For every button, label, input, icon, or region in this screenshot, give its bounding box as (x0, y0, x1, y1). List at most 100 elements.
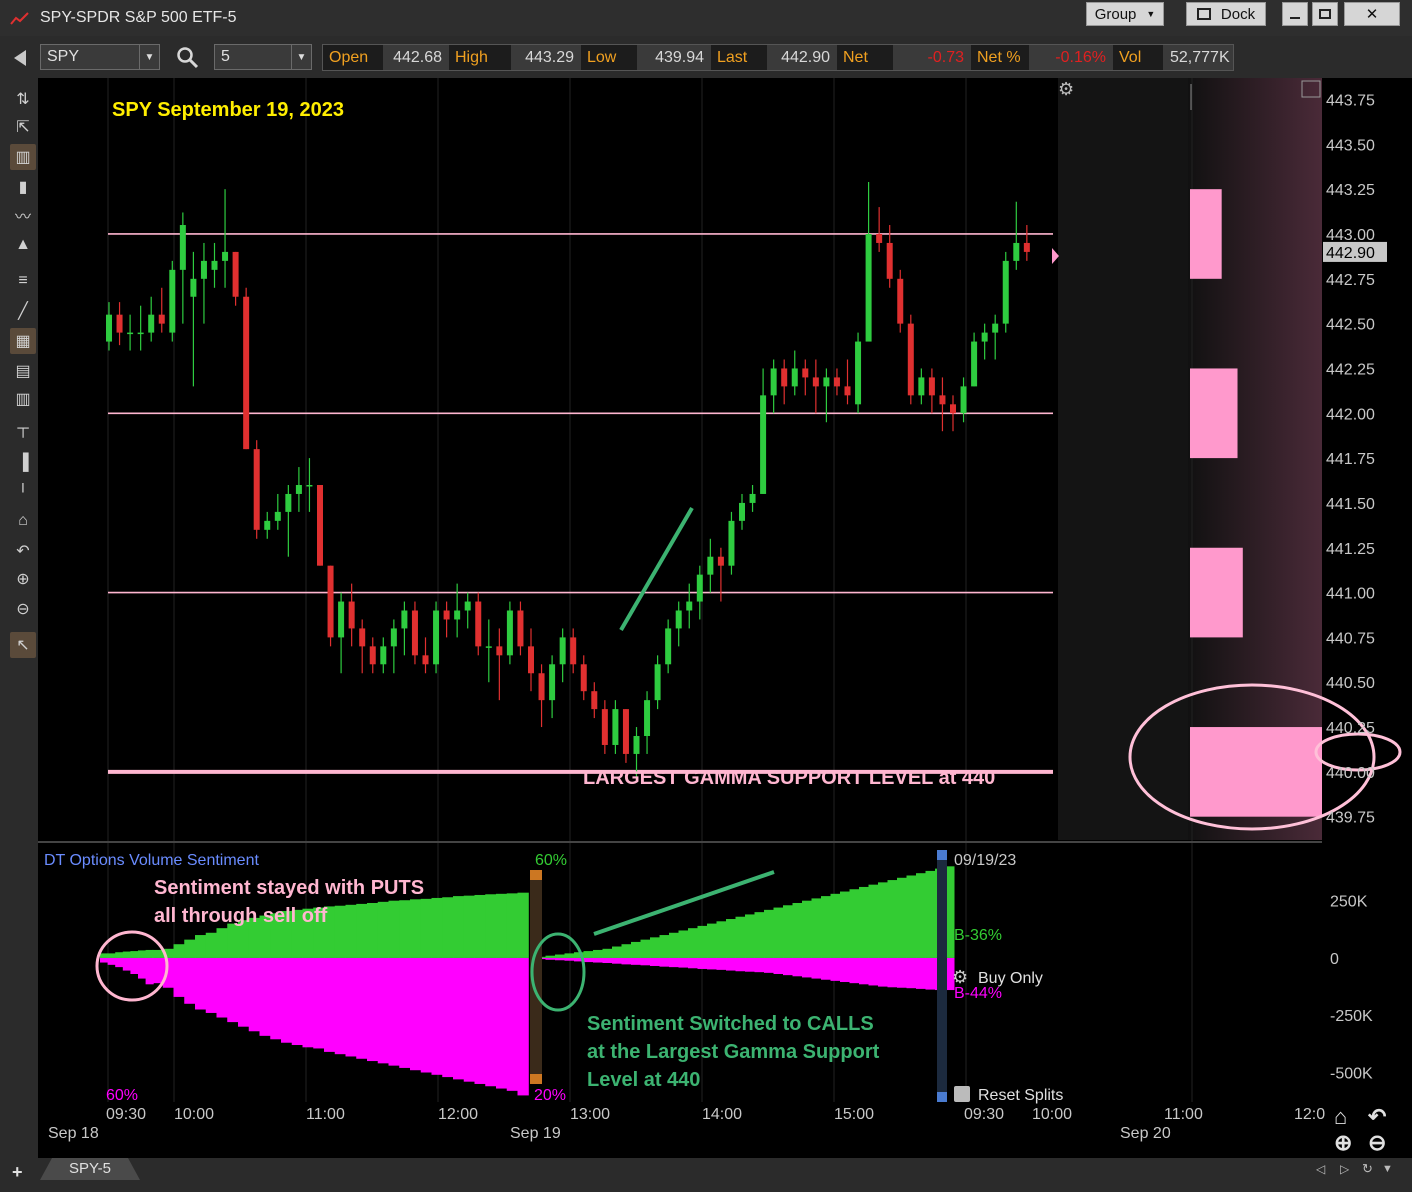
sentiment-calls-bar (897, 877, 907, 958)
sentiment-calls-bar (773, 907, 784, 958)
undo-icon[interactable]: ↶ (1367, 1104, 1386, 1129)
zoom-in-icon[interactable]: ⊕ (10, 566, 36, 592)
interval-combo[interactable]: 5 ▼ (214, 44, 312, 70)
undo-icon[interactable]: ↶ (10, 538, 36, 564)
split-handle-top[interactable] (530, 870, 542, 880)
table-icon[interactable]: ▤ (10, 358, 36, 384)
price-axis-label: 442.25 (1326, 361, 1375, 378)
price-axis-label: 440.25 (1326, 720, 1375, 737)
close-button[interactable]: ✕ (1344, 2, 1400, 26)
chevron-down-icon[interactable]: ▼ (291, 45, 311, 69)
home-icon[interactable]: ⌂ (1334, 1104, 1347, 1129)
scroll-right-icon[interactable]: ▷ (1340, 1162, 1349, 1176)
candle-down (517, 610, 524, 647)
sentiment-puts-bar (517, 957, 529, 1096)
small-pin-icon[interactable]: ╵ (10, 480, 36, 506)
chart-canvas[interactable]: ⚙ 443.75 443.50 443.25 443.00 442.75 442.50 442… (38, 78, 1412, 1158)
sentiment-puts-bar (281, 957, 293, 1043)
candle-up (274, 511, 281, 521)
time-axis-label: 15:00 (834, 1106, 874, 1123)
area-chart-icon[interactable]: ▲ (10, 232, 36, 258)
candle-down (622, 709, 629, 754)
sentiment-calls-bar (697, 925, 708, 958)
sentiment-puts-bar (345, 957, 357, 1057)
sentiment-calls-bar (173, 944, 185, 958)
crosshair-icon[interactable]: ⇅ (10, 86, 36, 112)
candle-up (918, 377, 925, 396)
bar-chart-icon[interactable]: ▮ (10, 174, 36, 200)
bottom-tab-bar: + SPY-5 ◁ ▷ ↻ ▼ (0, 1158, 1412, 1192)
sentiment-puts-bar (564, 957, 575, 961)
sentiment-calls-bar (345, 904, 357, 958)
sentiment-calls-bar (916, 873, 926, 958)
end-handle-top[interactable] (937, 850, 947, 860)
split-handle-bottom[interactable] (530, 1074, 542, 1084)
sentiment-puts-bar (216, 957, 228, 1018)
sentiment-calls-bar (485, 894, 497, 958)
sentiment-puts-bar (377, 957, 390, 1064)
tab-spy-5[interactable]: SPY-5 (40, 1158, 140, 1180)
candle-up (559, 637, 566, 665)
sentiment-puts-bar (248, 957, 261, 1032)
split-top-percent: 60% (535, 852, 567, 869)
price-axis-label: 442.75 (1326, 272, 1375, 289)
quote-label-low: Low (581, 45, 637, 70)
candle-up (633, 736, 640, 754)
sentiment-calls-bar (678, 930, 689, 958)
candle-up (222, 251, 229, 261)
dock-button[interactable]: Dock (1186, 2, 1266, 26)
sentiment-calls-bar (726, 919, 736, 958)
candle-up (211, 260, 218, 270)
zoom-in-icon[interactable]: ⊕ (1334, 1130, 1352, 1155)
minimize-button[interactable] (1282, 2, 1308, 26)
collapse-left-icon[interactable] (14, 50, 26, 66)
zoom-out-icon[interactable]: ⊖ (1368, 1130, 1386, 1155)
symbol-combo[interactable]: SPY ▼ (40, 44, 160, 70)
cursor-arrow-icon[interactable]: ⇱ (10, 114, 36, 140)
horizontal-line-icon[interactable]: ┬ (10, 416, 36, 442)
time-axis-label: 10:00 (174, 1106, 214, 1123)
home-icon[interactable]: ⌂ (10, 508, 36, 534)
trendline-icon[interactable]: ╱ (10, 298, 36, 324)
pin-icon[interactable]: ▐ (10, 450, 36, 476)
sentiment-calls-bar (583, 951, 594, 958)
zoom-out-icon[interactable]: ⊖ (10, 596, 36, 622)
small-table-icon[interactable]: ▥ (10, 386, 36, 412)
gear-icon[interactable]: ⚙ (952, 967, 968, 987)
maximize-button[interactable] (1312, 2, 1338, 26)
sentiment-calls-bar (399, 900, 411, 958)
price-axis-label: 439.75 (1326, 810, 1375, 827)
candlestick-icon[interactable]: ▥ (10, 144, 36, 170)
candle-up (549, 664, 556, 701)
candle-down (528, 646, 534, 674)
sentiment-puts-bar (640, 957, 651, 966)
scroll-left-icon[interactable]: ◁ (1316, 1162, 1325, 1176)
chevron-down-icon[interactable]: ▼ (139, 45, 159, 69)
refresh-icon[interactable]: ↻ (1362, 1161, 1373, 1177)
window-title: SPY-SPDR S&P 500 ETF-5 (40, 9, 237, 26)
line-chart-icon[interactable]: 〰 (10, 202, 36, 228)
sentiment-puts-bar (621, 957, 632, 965)
sentiment-axis-label: -250K (1330, 1008, 1373, 1025)
pointer-icon[interactable]: ↖ (10, 632, 36, 658)
candle-down (116, 314, 123, 333)
tab-menu-icon[interactable]: ▼ (1382, 1163, 1393, 1175)
sentiment-puts-bar (238, 957, 250, 1027)
sentiment-calls-bar (474, 894, 486, 958)
end-handle-bottom[interactable] (937, 1092, 947, 1102)
grid-icon[interactable]: ▦ (10, 328, 36, 354)
reset-splits-icon[interactable] (954, 1086, 970, 1102)
candle-down (907, 323, 914, 396)
time-axis-label: 12:00 (438, 1106, 478, 1123)
sentiment-calls-bar (821, 896, 831, 958)
candle-down (1023, 242, 1030, 252)
candle-up (675, 610, 682, 629)
gear-icon[interactable]: ⚙ (1058, 79, 1074, 99)
sentiment-puts-bar (697, 957, 708, 969)
sentiment-puts-bar (184, 957, 196, 1004)
search-icon[interactable] (176, 46, 200, 70)
quote-strip: Open 442.68 High 443.29 Low 439.94 Last 442.90 N… (322, 44, 1234, 71)
add-tab-icon[interactable]: + (12, 1162, 23, 1183)
fibonacci-icon[interactable]: ≡ (10, 268, 36, 294)
group-dropdown[interactable]: Group ▼ (1086, 2, 1164, 26)
